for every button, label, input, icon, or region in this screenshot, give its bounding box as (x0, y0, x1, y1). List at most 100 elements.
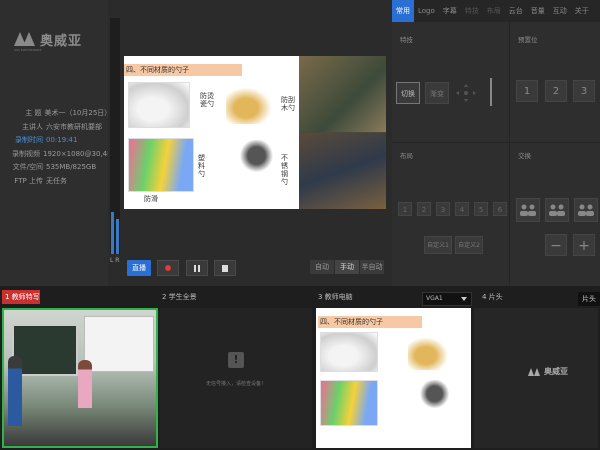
info-row-topic: 主 题美术一（10月25日） (25, 109, 108, 117)
info-row-record-video: 录制视频1920×1080@30,4Mbps (12, 149, 108, 158)
section-effects-title: 特技 (400, 36, 413, 44)
audio-level-meter: L R (110, 18, 120, 264)
tab-effects[interactable]: 特技 (461, 0, 483, 22)
teacher-figure (78, 360, 92, 408)
layout-5-button[interactable]: 5 (474, 202, 488, 216)
group-users-icon (549, 204, 565, 216)
effect-switch-button[interactable]: 切换 (396, 82, 420, 104)
zoom-in-button[interactable]: + (573, 234, 595, 256)
ch3-slide-title: 四、不同材质的勺子 (318, 316, 422, 328)
classroom-front-view (299, 56, 386, 132)
record-icon (165, 265, 171, 271)
mode-semiauto-button[interactable]: 半自动 (360, 260, 384, 274)
panel-divider (392, 142, 600, 143)
slide-caption-plastic: 塑料勺 (198, 154, 205, 178)
audio-level-left (111, 212, 114, 254)
steel-spoon-image (224, 140, 274, 192)
tab-interact[interactable]: 互动 (549, 0, 571, 22)
stop-button[interactable] (214, 260, 236, 276)
brand-sub: AVA ELECTRONICS (14, 48, 42, 52)
effect-fade-button[interactable]: 渐变 (425, 82, 449, 104)
slide-content: 四、不同材质的勺子 防烫瓷勺 防刮木勺 塑料勺 防滑 不锈钢勺 (124, 56, 299, 209)
brand-logo-icon (14, 31, 36, 48)
no-signal-icon: ! (228, 352, 244, 368)
tab-subtitle[interactable]: 字幕 (439, 0, 461, 22)
tab-layout[interactable]: 布局 (483, 0, 505, 22)
intro-select[interactable]: 片头 (578, 292, 600, 306)
recorder-app: 奥威亚 AVA ELECTRONICS 主 题美术一（10月25日） 主讲人 六安… (0, 0, 600, 450)
layout-6-button[interactable]: 6 (493, 202, 507, 216)
tab-logo[interactable]: Logo (414, 0, 439, 22)
live-button[interactable]: 直播 (127, 260, 151, 276)
tab-volume[interactable]: 音量 (527, 0, 549, 22)
layout-custom-1-button[interactable]: 自定义1 (424, 236, 452, 254)
slide-caption-steel: 不锈钢勺 (281, 154, 288, 186)
channel-4-intro[interactable] (474, 308, 598, 448)
tab-about[interactable]: 关于 (571, 0, 593, 22)
brand-logo: 奥威亚 AVA ELECTRONICS (14, 30, 83, 52)
layout-2-button[interactable]: 2 (417, 202, 431, 216)
channel-4-header[interactable]: 4 片头 (482, 290, 503, 304)
audio-level-right (116, 219, 119, 254)
wooden-spoon-image (408, 334, 452, 370)
record-button[interactable] (157, 260, 179, 276)
tab-common[interactable]: 常用 (392, 0, 414, 22)
interact-view-2-button[interactable] (545, 198, 569, 222)
brand-name: 奥威亚 (40, 34, 83, 49)
info-panel: 奥威亚 AVA ELECTRONICS 主 题美术一（10月25日） 主讲人 六安… (0, 0, 108, 286)
layout-4-button[interactable]: 4 (455, 202, 469, 216)
audio-meter-label: L R (110, 257, 120, 264)
channel-1-teacher-closeup[interactable] (2, 308, 158, 448)
section-interact-title: 交换 (518, 152, 531, 160)
tab-ptz[interactable]: 云台 (505, 0, 527, 22)
classroom-students-view (299, 133, 386, 209)
info-row-speaker: 主讲人 六安市教研机要部 (22, 122, 102, 131)
interact-view-3-button[interactable] (574, 198, 598, 222)
group-users-icon (578, 204, 594, 216)
plastic-spoon-image (320, 380, 378, 426)
info-row-record-time: 录制时间 00:19:41 (15, 136, 78, 144)
layout-custom-2-button[interactable]: 自定义2 (455, 236, 483, 254)
no-signal-message: 无信号接入，请检查设备！ (205, 381, 266, 387)
mode-manual-button[interactable]: 手动 (335, 260, 359, 274)
section-layout-title: 布局 (400, 152, 413, 160)
ceramic-spoon-image (128, 82, 190, 128)
section-preset-title: 预置位 (518, 36, 538, 44)
chevron-down-icon (461, 297, 467, 301)
channel-3-header[interactable]: 3 教师电脑 (318, 290, 353, 304)
stop-icon (222, 264, 228, 272)
channel-2-student-panorama[interactable]: ! 无信号接入，请检查设备！ (160, 308, 312, 448)
pause-button[interactable] (186, 260, 208, 276)
layout-3-button[interactable]: 3 (436, 202, 450, 216)
steel-spoon-image (406, 380, 450, 426)
channel-2-header[interactable]: 2 学生全景 (162, 290, 197, 304)
info-row-ftp: FTP 上传 无任务 (14, 176, 67, 185)
control-tabs: 常用 Logo 字幕 特技 布局 云台 音量 互动 关于 (392, 0, 600, 22)
zoom-out-button[interactable]: − (545, 234, 567, 256)
preset-2-button[interactable]: 2 (545, 80, 567, 102)
slide-caption-antislip: 防滑 (144, 195, 158, 203)
vga-source-select[interactable]: VGA1 (422, 292, 472, 306)
preset-1-button[interactable]: 1 (516, 80, 538, 102)
channel-1-header[interactable]: 1 教师特写 (2, 290, 40, 304)
channel-3-teacher-computer[interactable]: 四、不同材质的勺子 (316, 308, 471, 448)
main-preview[interactable]: 四、不同材质的勺子 防烫瓷勺 防刮木勺 塑料勺 防滑 不锈钢勺 (124, 56, 386, 209)
slide-caption-wooden: 防刮木勺 (281, 96, 295, 112)
pause-icon (194, 264, 200, 272)
preset-3-button[interactable]: 3 (573, 80, 595, 102)
student-figure (8, 356, 22, 426)
projection-screen (84, 316, 154, 372)
ceramic-spoon-image (320, 332, 378, 372)
panel-divider (509, 22, 510, 286)
interact-view-1-button[interactable] (516, 198, 540, 222)
info-row-file-space: 文件/空间 535MB/825GB (12, 163, 97, 171)
mode-auto-button[interactable]: 自动 (310, 260, 334, 274)
classroom-camera-view (299, 56, 386, 209)
layout-1-button[interactable]: 1 (398, 202, 412, 216)
plastic-spoon-image (128, 138, 194, 192)
group-users-icon (520, 204, 536, 216)
direction-arrows-icon[interactable] (452, 82, 480, 104)
brand-logo-icon (528, 367, 542, 376)
effect-slider[interactable] (490, 78, 492, 106)
wooden-spoon-image (226, 84, 276, 124)
